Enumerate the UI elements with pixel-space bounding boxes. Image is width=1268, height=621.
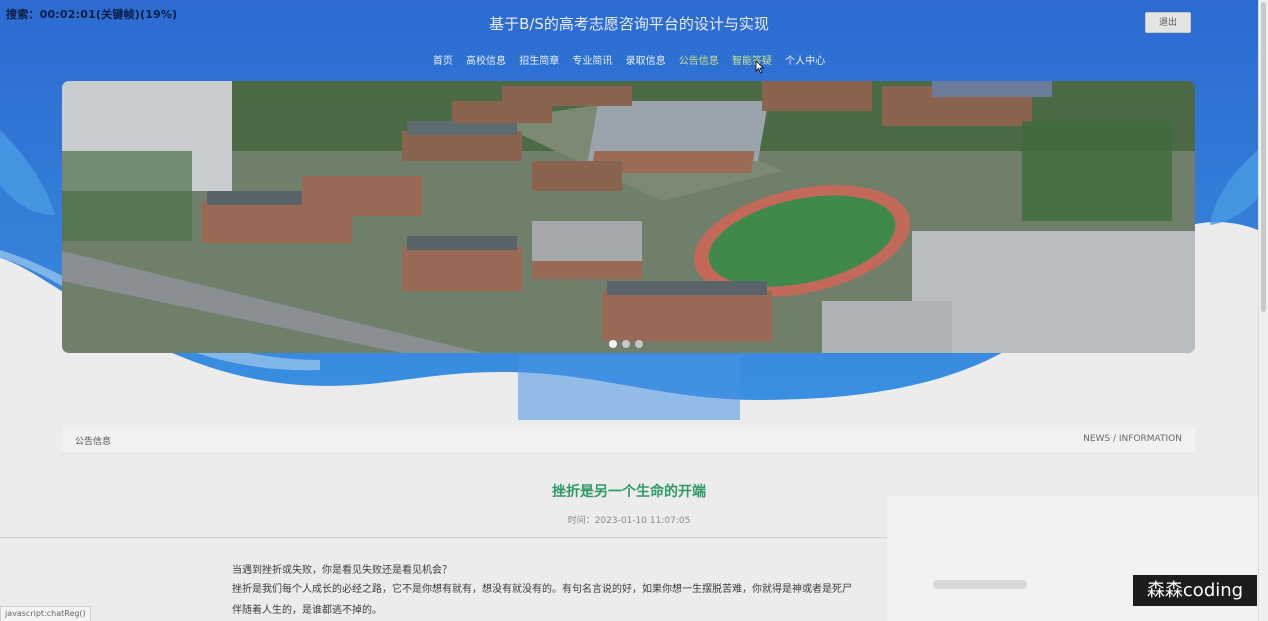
article-divider bbox=[0, 537, 887, 538]
section-title: 公告信息 bbox=[75, 437, 112, 447]
carousel-dots bbox=[609, 333, 648, 348]
watermark: 森森coding bbox=[1133, 575, 1257, 606]
nav-item-major-news[interactable]: 专业简讯 bbox=[572, 52, 612, 67]
section-header: 公告信息 NEWS / INFORMATION bbox=[62, 427, 1195, 454]
nav-item-universities[interactable]: 高校信息 bbox=[466, 52, 506, 67]
article-paragraph: 挫折是我们每个人成长的必经之路，它不是你想有就有，想没有就没有的。有句名言说的好… bbox=[232, 584, 852, 595]
logout-button[interactable]: 退出 bbox=[1145, 12, 1191, 33]
mouse-cursor-icon bbox=[755, 60, 765, 74]
nav-item-user-center[interactable]: 个人中心 bbox=[785, 52, 825, 67]
nav-item-smart-qa[interactable]: 智能答疑 bbox=[732, 52, 772, 67]
nav-item-announcements[interactable]: 公告信息 bbox=[679, 52, 719, 67]
nav-item-admission-guide[interactable]: 招生简章 bbox=[519, 52, 559, 67]
article-paragraph: 当遇到挫折或失败，你是看见失败还是看见机会？ bbox=[232, 565, 452, 576]
section-subtitle: NEWS / INFORMATION bbox=[1083, 434, 1182, 444]
campus-banner-carousel[interactable] bbox=[62, 81, 1195, 353]
article-paragraph: 伴随着人生的，是谁都逃不掉的。 bbox=[232, 605, 382, 616]
nav-item-home[interactable]: 首页 bbox=[433, 52, 453, 67]
status-bar-url: javascript:chatReg() bbox=[0, 606, 91, 621]
site-title: 基于B/S的高考志愿咨询平台的设计与实现 bbox=[489, 15, 769, 33]
page: 搜索：00:02:01(关键帧)(19%) 基于B/S的高考志愿咨询平台的设计与… bbox=[0, 0, 1268, 621]
popup-placeholder-bar bbox=[933, 580, 1027, 589]
carousel-dot-2[interactable] bbox=[622, 340, 630, 348]
campus-aerial-image bbox=[62, 81, 1195, 353]
main-nav: 首页 高校信息 招生简章 专业简讯 录取信息 公告信息 智能答疑 个人中心 bbox=[0, 52, 1258, 67]
vertical-scrollbar[interactable] bbox=[1258, 0, 1268, 621]
carousel-dot-3[interactable] bbox=[635, 340, 643, 348]
carousel-dot-1[interactable] bbox=[609, 340, 617, 348]
nav-item-admission-info[interactable]: 录取信息 bbox=[626, 52, 666, 67]
scrollbar-thumb[interactable] bbox=[1261, 2, 1266, 312]
